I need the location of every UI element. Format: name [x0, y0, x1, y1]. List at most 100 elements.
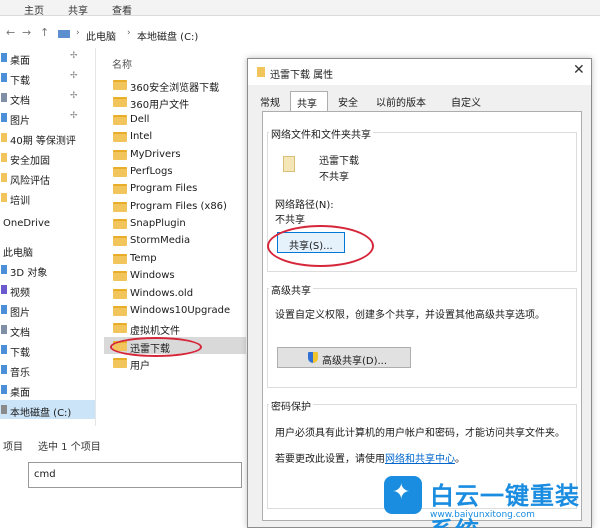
- list-item[interactable]: StormMedia: [104, 232, 246, 249]
- nav-item-pictures-2[interactable]: 图片: [0, 300, 95, 319]
- pin-icon: ✢: [70, 91, 78, 101]
- list-item[interactable]: 360用户文件: [104, 93, 246, 111]
- nav-item-downloads-2[interactable]: 下载: [0, 340, 95, 359]
- breadcrumb-local-disk[interactable]: 本地磁盘 (C:): [137, 28, 198, 43]
- nav-item-40th-assessment[interactable]: 40期 等保测评: [0, 128, 95, 147]
- nav-item-label: OneDrive: [3, 218, 51, 229]
- nav-item-pictures[interactable]: 图片 ✢: [0, 108, 95, 127]
- folder-icon: [113, 236, 127, 246]
- tab-customize[interactable]: 自定义: [451, 94, 481, 109]
- folder-name: 迅雷下载: [319, 156, 359, 167]
- ribbon-tab-home[interactable]: 主页: [24, 2, 44, 17]
- folder-icon: [113, 358, 127, 368]
- nav-item-label: 风险评估: [10, 176, 50, 187]
- nav-item-music[interactable]: 音乐: [0, 360, 95, 379]
- list-item[interactable]: PerfLogs: [104, 163, 246, 180]
- nav-item-security-hardening[interactable]: 安全加固: [0, 148, 95, 167]
- dialog-title: 迅雷下载 属性: [270, 70, 334, 81]
- folder-icon: [113, 271, 127, 281]
- list-item[interactable]: Intel: [104, 128, 246, 145]
- folder-icon: [1, 305, 7, 314]
- nav-item-documents-2[interactable]: 文档: [0, 320, 95, 339]
- folder-icon: [113, 167, 127, 177]
- bird-glyph: ✦: [392, 480, 411, 505]
- network-sharing-center-link[interactable]: 网络和共享中心: [385, 454, 455, 465]
- nav-item-downloads[interactable]: 下载 ✢: [0, 68, 95, 87]
- nav-item-videos[interactable]: 视频: [0, 280, 95, 299]
- tab-security[interactable]: 安全: [338, 94, 358, 109]
- folder-icon: [1, 173, 7, 182]
- list-item[interactable]: Dell: [104, 111, 246, 128]
- list-item[interactable]: SnapPlugin: [104, 215, 246, 232]
- nav-item-risk-assessment[interactable]: 风险评估: [0, 168, 95, 187]
- nav-item-label: 40期 等保测评: [10, 136, 76, 147]
- list-item[interactable]: 360安全浏览器下载: [104, 76, 246, 94]
- folder-icon: [257, 67, 265, 77]
- nav-item-3d-objects[interactable]: 3D 对象: [0, 260, 95, 279]
- nav-item-label: 3D 对象: [10, 268, 48, 279]
- advanced-sharing-button[interactable]: 高级共享(D)...: [277, 347, 411, 368]
- back-button[interactable]: ←: [6, 26, 15, 39]
- tab-sharing[interactable]: 共享: [290, 91, 328, 111]
- folder-icon: [113, 80, 127, 90]
- list-item[interactable]: Program Files (x86): [104, 198, 246, 215]
- tab-previous-versions[interactable]: 以前的版本: [376, 94, 426, 109]
- folder-share-status: 不共享: [319, 172, 349, 183]
- list-item[interactable]: 用户: [104, 354, 246, 372]
- nav-item-label: 本地磁盘 (C:): [10, 408, 72, 419]
- folder-icon: [1, 193, 7, 202]
- breadcrumb-this-pc[interactable]: 此电脑: [86, 28, 116, 43]
- ribbon-tab-share[interactable]: 共享: [68, 2, 88, 17]
- nav-item-onedrive[interactable]: OneDrive: [0, 214, 95, 233]
- forward-button[interactable]: →: [22, 26, 31, 39]
- file-name: 用户: [130, 361, 150, 372]
- folder-icon: [1, 385, 7, 394]
- nav-item-training[interactable]: 培训: [0, 188, 95, 207]
- nav-item-local-disk[interactable]: 本地磁盘 (C:): [0, 400, 95, 419]
- folder-icon: [113, 323, 127, 333]
- folder-icon: [113, 306, 127, 316]
- nav-item-documents[interactable]: 文档 ✢: [0, 88, 95, 107]
- nav-item-label: 文档: [10, 96, 30, 107]
- nav-item-label: 下载: [10, 348, 30, 359]
- nav-item-desktop-2[interactable]: 桌面: [0, 380, 95, 399]
- tab-general[interactable]: 常规: [260, 94, 280, 109]
- password-change-prefix: 若要更改此设置，请使用: [275, 454, 385, 465]
- breadcrumb-separator: ›: [76, 28, 80, 38]
- folder-icon: [113, 150, 127, 160]
- list-item[interactable]: MyDrivers: [104, 146, 246, 163]
- folder-icon: [283, 156, 295, 172]
- folder-icon: [113, 132, 127, 142]
- nav-item-this-pc[interactable]: 此电脑: [0, 240, 95, 259]
- folder-icon: [113, 97, 127, 107]
- folder-icon: [1, 153, 7, 162]
- password-change-suffix: 。: [455, 454, 465, 465]
- up-button[interactable]: ↑: [40, 26, 49, 39]
- computer-icon: [58, 30, 70, 38]
- file-name: Program Files: [130, 183, 198, 194]
- folder-icon: [1, 93, 7, 102]
- list-item[interactable]: Windows.old: [104, 285, 246, 302]
- list-item[interactable]: Windows: [104, 267, 246, 284]
- close-icon[interactable]: ✕: [573, 62, 585, 78]
- shield-icon: [308, 352, 318, 363]
- nav-item-label: 图片: [10, 308, 30, 319]
- properties-dialog: 迅雷下载 属性 ✕ 常规 共享 安全 以前的版本 自定义 网络文件和文件夹共享 …: [247, 58, 592, 528]
- advanced-sharing-description: 设置自定义权限，创建多个共享，并设置其他高级共享选项。: [275, 310, 545, 321]
- command-input[interactable]: cmd: [28, 462, 242, 488]
- list-item[interactable]: Program Files: [104, 180, 246, 197]
- ribbon-tab-view[interactable]: 查看: [112, 2, 132, 17]
- list-item[interactable]: 虚拟机文件: [104, 319, 246, 337]
- pin-icon: ✢: [70, 111, 78, 121]
- file-name: Windows.old: [130, 288, 194, 299]
- nav-item-label: 桌面: [10, 388, 30, 399]
- file-name: StormMedia: [130, 235, 191, 246]
- folder-icon: [113, 115, 127, 125]
- nav-item-desktop[interactable]: 桌面 ✢: [0, 48, 95, 67]
- column-header-name[interactable]: 名称: [112, 56, 132, 71]
- pin-icon: ✢: [70, 71, 78, 81]
- list-item[interactable]: Windows10Upgrade: [104, 302, 246, 319]
- list-item[interactable]: Temp: [104, 250, 246, 267]
- network-sharing-title: 网络文件和文件夹共享: [269, 126, 373, 141]
- network-path-value: 不共享: [275, 215, 305, 226]
